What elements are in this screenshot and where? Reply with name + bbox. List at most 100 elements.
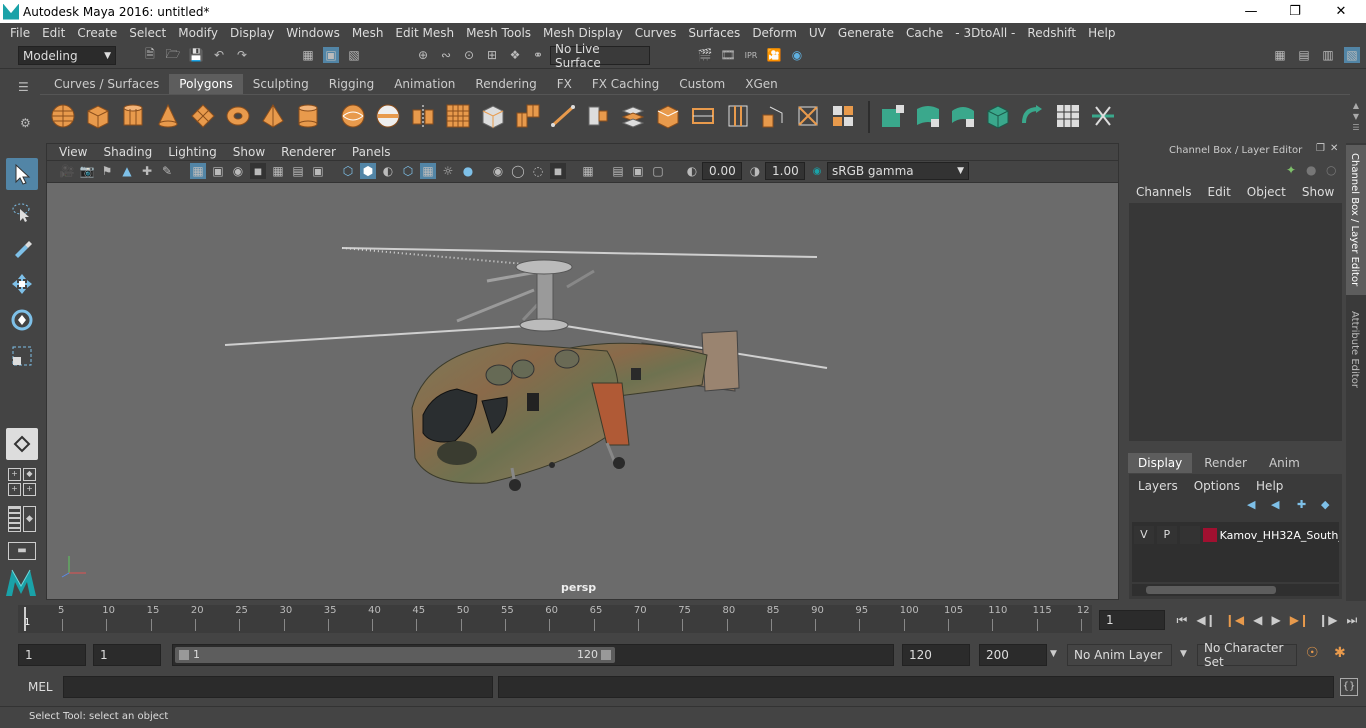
safe-title-icon[interactable]: ▣ [310,163,326,179]
mirror-icon[interactable] [410,103,436,129]
layer-display-type-toggle[interactable] [1179,526,1200,544]
poly-pipe-icon[interactable] [295,103,321,129]
gamma-field[interactable]: 1.00 [765,162,805,180]
poly-cube-icon[interactable] [85,103,111,129]
fill-hole-icon[interactable] [655,103,681,129]
snap-view-plane-icon[interactable]: ⊞ [484,47,500,63]
xray-joints-icon[interactable]: ▤ [610,163,626,179]
menu-modify[interactable]: Modify [172,26,224,40]
range-slider-handle[interactable]: 1 120 [175,647,615,663]
menu-display[interactable]: Display [224,26,280,40]
new-scene-icon[interactable]: 🗎 [142,47,158,63]
tab-xgen[interactable]: XGen [735,74,788,94]
play-forward-icon[interactable]: ▶ [1271,613,1280,627]
move-tool-icon[interactable] [6,268,38,300]
wireframe-icon[interactable]: ⬡ [340,163,356,179]
save-scene-icon[interactable]: 💾 [188,47,204,63]
planar-mapping-icon[interactable] [880,103,906,129]
automatic-mapping-icon[interactable] [985,103,1011,129]
scene-end-field[interactable]: 200 [979,644,1047,666]
tab-sculpting[interactable]: Sculpting [243,74,319,94]
side-tab-channel-box[interactable]: Channel Box / Layer Editor [1346,145,1366,295]
chevron-down-icon[interactable]: ▼ [1180,649,1187,659]
poly-sphere-icon[interactable] [50,103,76,129]
snap-point-icon[interactable]: ⊙ [461,47,477,63]
step-back-icon[interactable]: ◀❙ [1196,613,1215,627]
cylindrical-mapping-icon[interactable] [915,103,941,129]
offset-edge-loop-icon[interactable] [760,103,786,129]
poly-cylinder-icon[interactable] [120,103,146,129]
uv-editor-icon[interactable] [1055,103,1081,129]
current-frame-field[interactable]: 1 [1099,610,1165,630]
playback-start-field[interactable]: 1 [93,644,161,666]
tab-render[interactable]: Render [1194,453,1257,473]
channel-menu-show[interactable]: Show [1302,185,1334,199]
menu-curves[interactable]: Curves [629,26,683,40]
menu-help[interactable]: Help [1082,26,1121,40]
tab-display[interactable]: Display [1128,453,1193,473]
grease-pencil-icon[interactable]: ✎ [159,163,175,179]
shadows-icon[interactable]: ☼ [440,163,456,179]
animation-preferences-icon[interactable]: ✱ [1334,645,1346,661]
menu-cache[interactable]: Cache [900,26,949,40]
panel-menu-lighting[interactable]: Lighting [160,145,225,159]
backface-icon[interactable]: ▢ [650,163,666,179]
channel-menu-object[interactable]: Object [1247,185,1286,199]
step-back-key-icon[interactable]: ❙◀ [1225,613,1244,627]
combine-icon[interactable] [340,103,366,129]
tab-animation[interactable]: Animation [384,74,465,94]
bridge-icon[interactable] [550,103,576,129]
menu-select[interactable]: Select [123,26,172,40]
separate-icon[interactable] [375,103,401,129]
mel-label[interactable]: MEL [28,680,53,694]
menu-edit-mesh[interactable]: Edit Mesh [389,26,460,40]
select-by-hierarchy-icon[interactable]: ▦ [300,47,316,63]
layer-playback-toggle[interactable]: P [1156,526,1177,544]
image-plane-icon[interactable]: ▲ [119,163,135,179]
depth-of-field-icon[interactable]: ◌ [530,163,546,179]
poly-cone-icon[interactable] [155,103,181,129]
command-input[interactable] [63,676,493,698]
menu-windows[interactable]: Windows [280,26,346,40]
playback-end-field[interactable]: 120 [902,644,970,666]
play-backward-icon[interactable]: ◀ [1253,613,1262,627]
color-management-icon[interactable]: ◉ [809,163,825,179]
gamma-icon[interactable]: ◑ [747,163,763,179]
exposure-icon[interactable]: ◐ [684,163,700,179]
tab-rigging[interactable]: Rigging [319,74,384,94]
render-frame-icon[interactable]: 🎞 [720,47,736,63]
render-settings-icon[interactable]: 🎦 [766,47,782,63]
shelf-scroll-icon[interactable]: ▲ ▼ ☰ [1350,100,1362,134]
tab-polygons[interactable]: Polygons [169,74,243,94]
restore-button[interactable]: ❐ [1272,0,1318,23]
new-layer-icon[interactable]: ✚ [1297,498,1306,511]
layer-color-swatch[interactable] [1202,528,1217,542]
snap-live-icon[interactable]: ❖ [507,47,523,63]
tab-curves-surfaces[interactable]: Curves / Surfaces [44,74,169,94]
menu-mesh[interactable]: Mesh [346,26,390,40]
gate-mask-icon[interactable]: ◾ [250,163,266,179]
panel-menu-show[interactable]: Show [225,145,273,159]
range-slider[interactable]: 1 120 [172,644,894,666]
extrude-icon[interactable] [515,103,541,129]
menu-mesh-display[interactable]: Mesh Display [537,26,629,40]
scene-start-field[interactable]: 1 [18,644,86,666]
menu-edit[interactable]: Edit [36,26,71,40]
channel-box-options-icon[interactable]: ✦ [1286,163,1296,177]
tab-anim[interactable]: Anim [1259,453,1310,473]
spherical-mapping-icon[interactable] [950,103,976,129]
attribute-editor-toggle-icon[interactable]: ▤ [1296,47,1312,63]
multi-cut-icon[interactable] [690,103,716,129]
target-weld-icon[interactable] [795,103,821,129]
camera-attributes-icon[interactable]: 📷 [79,163,95,179]
outliner-layout-icon[interactable]: ◆ [8,506,36,532]
screen-space-ao-icon[interactable]: ● [460,163,476,179]
panel-menu-view[interactable]: View [51,145,95,159]
quad-draw-icon[interactable] [830,103,856,129]
step-forward-key-icon[interactable]: ▶❙ [1290,613,1309,627]
graph-layout-icon[interactable]: ▬ [8,542,36,560]
lasso-tool-icon[interactable] [6,196,38,228]
layer-menu-options[interactable]: Options [1194,479,1240,493]
menu-uv[interactable]: UV [803,26,832,40]
new-layer-selected-icon[interactable]: ◆ [1321,498,1329,511]
